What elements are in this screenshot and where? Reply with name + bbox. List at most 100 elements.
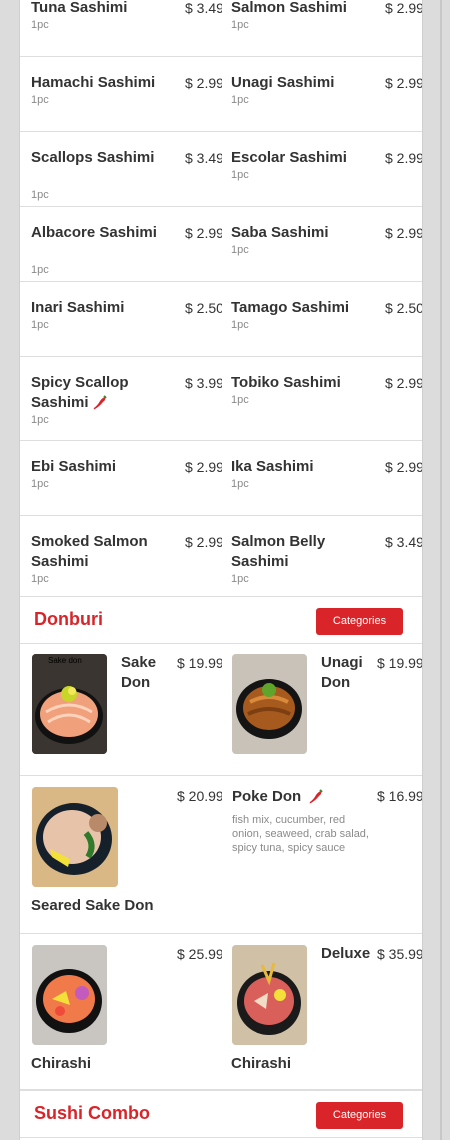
item-price: $ 2.50: [385, 300, 422, 316]
item-quantity: 1pc: [31, 19, 49, 31]
menu-row: Tuna Sashimi $ 3.49 1pc Salmon Sashimi $ 2.9…: [20, 0, 422, 57]
item-name: Poke Don: [232, 787, 372, 807]
item-name-text: Unagi Sashimi: [231, 74, 335, 91]
page-scrollbar[interactable]: [440, 0, 442, 1140]
item-quantity: 1pc: [31, 264, 49, 276]
item-quantity: 1pc: [31, 478, 49, 490]
menu-panel: Tuna Sashimi $ 3.49 1pc Salmon Sashimi $ 2.9…: [19, 0, 423, 1140]
item-quantity: 1pc: [31, 319, 49, 331]
item-name-text: Tobiko Sashimi: [231, 374, 341, 391]
item-name: Tobiko Sashimi: [231, 373, 371, 393]
item-name: Saba Sashimi: [231, 223, 371, 243]
menu-item[interactable]: Inari Sashimi $ 2.50 1pc: [20, 281, 222, 356]
item-name: Seared Sake Don: [31, 897, 154, 914]
item-price: $ 16.99: [377, 788, 422, 804]
seared-sake-don-photo[interactable]: [32, 787, 118, 887]
item-name: Ebi Sashimi: [31, 457, 171, 477]
item-name: Inari Sashimi: [31, 298, 171, 318]
menu-row: Spicy Scallop Sashimi $ 3.99 1pc Tobiko Sas…: [20, 356, 422, 441]
item-name-text: Ika Sashimi: [231, 458, 314, 475]
item-name: Salmon Belly Sashimi: [231, 532, 371, 572]
item-name: Hamachi Sashimi: [31, 73, 171, 93]
item-price: $ 3.49: [185, 0, 222, 16]
chili-pepper-icon: [93, 395, 107, 410]
item-name: Smoked Salmon Sashimi: [31, 532, 171, 572]
item-price: $ 2.99: [185, 225, 222, 241]
section-header-sushi-combo: Sushi Combo Categories: [20, 1090, 422, 1138]
menu-row: Inari Sashimi $ 2.50 1pc Tamago Sashimi $ 2.…: [20, 281, 422, 357]
item-name: Scallops Sashimi: [31, 148, 171, 168]
item-name-text: Poke Don: [232, 788, 302, 805]
item-name: Spicy Scallop Sashimi: [31, 373, 171, 413]
item-name-end: Chirashi: [231, 1055, 292, 1072]
item-name-text: Saba Sashimi: [231, 224, 329, 241]
menu-row: $ 20.99 Seared Sake Don Poke Don $ 16.99…: [20, 776, 422, 934]
item-price: $ 19.99: [177, 655, 222, 671]
menu-item[interactable]: Spicy Scallop Sashimi $ 3.99 1pc: [20, 356, 222, 440]
item-price: $ 19.99: [377, 655, 422, 671]
item-quantity: 1pc: [231, 478, 249, 490]
item-name-text: Smoked Salmon Sashimi: [31, 533, 148, 570]
item-price: $ 2.99: [385, 0, 422, 16]
item-quantity: 1pc: [231, 573, 249, 585]
item-quantity: 1pc: [231, 244, 249, 256]
item-quantity: 1pc: [31, 189, 49, 201]
menu-row: Albacore Sashimi $ 2.99 1pc Saba Sashimi $ 2…: [20, 206, 422, 282]
menu-item[interactable]: Salmon Belly Sashimi $ 3.49 1pc: [220, 515, 422, 596]
categories-button[interactable]: Categories: [316, 1102, 403, 1129]
item-name-start: Deluxe: [321, 945, 371, 962]
item-name-text: Salmon Belly Sashimi: [231, 533, 326, 570]
item-name: Sake Don: [121, 654, 157, 691]
item-name-text: Inari Sashimi: [31, 299, 125, 316]
item-name-text: Spicy Scallop Sashimi: [31, 374, 129, 411]
chili-pepper-icon: [310, 789, 324, 804]
unagi-don-photo[interactable]: [232, 654, 307, 754]
item-price: $ 2.99: [185, 459, 222, 475]
menu-row: Scallops Sashimi $ 3.49 1pc Escolar Sashimi…: [20, 131, 422, 207]
item-price: $ 25.99: [177, 946, 222, 962]
item-name: Tamago Sashimi: [231, 298, 371, 318]
menu-row: Smoked Salmon Sashimi $ 2.99 1pc Salmon Bel…: [20, 515, 422, 597]
item-name-text: Tamago Sashimi: [231, 299, 350, 316]
item-name-text: Ebi Sashimi: [31, 458, 117, 475]
menu-item[interactable]: Escolar Sashimi $ 2.99 1pc: [220, 131, 422, 206]
menu-item[interactable]: Scallops Sashimi $ 3.49 1pc: [20, 131, 222, 206]
item-description: fish mix, cucumber, red onion, seaweed, …: [232, 814, 369, 854]
menu-item[interactable]: Salmon Sashimi $ 2.99 1pc: [220, 0, 422, 56]
item-price: $ 2.99: [185, 75, 222, 91]
menu-item[interactable]: Tobiko Sashimi $ 2.99 1pc: [220, 356, 422, 440]
item-quantity: 1pc: [231, 394, 249, 406]
menu-item[interactable]: Ika Sashimi $ 2.99 1pc: [220, 440, 422, 515]
menu-item[interactable]: Saba Sashimi $ 2.99 1pc: [220, 206, 422, 281]
item-name: Unagi Don: [321, 654, 363, 691]
menu-item[interactable]: Smoked Salmon Sashimi $ 2.99 1pc: [20, 515, 222, 596]
menu-item[interactable]: Tamago Sashimi $ 2.50 1pc: [220, 281, 422, 356]
item-price: $ 2.99: [385, 375, 422, 391]
menu-item[interactable]: Albacore Sashimi $ 2.99 1pc: [20, 206, 222, 281]
item-price: $ 2.99: [385, 225, 422, 241]
item-name: Ika Sashimi: [231, 457, 371, 477]
sake-don-photo[interactable]: Sake don: [32, 654, 107, 754]
item-price: $ 20.99: [177, 788, 222, 804]
chirashi-photo[interactable]: [32, 945, 107, 1045]
item-price: $ 2.50: [185, 300, 222, 316]
item-name-text: Albacore Sashimi: [31, 224, 157, 241]
item-name-text: Scallops Sashimi: [31, 149, 155, 166]
item-quantity: 1pc: [31, 94, 49, 106]
photo-label: Sake don: [48, 656, 82, 665]
categories-button[interactable]: Categories: [316, 608, 403, 635]
item-name: Unagi Sashimi: [231, 73, 371, 93]
menu-item[interactable]: Hamachi Sashimi $ 2.99 1pc: [20, 56, 222, 131]
item-price: $ 35.99: [377, 946, 422, 962]
menu-item[interactable]: Unagi Sashimi $ 2.99 1pc: [220, 56, 422, 131]
menu-item[interactable]: Tuna Sashimi $ 3.49 1pc: [20, 0, 222, 56]
item-price: $ 3.99: [185, 375, 222, 391]
deluxe-chirashi-photo[interactable]: [232, 945, 307, 1045]
menu-item[interactable]: Ebi Sashimi $ 2.99 1pc: [20, 440, 222, 515]
item-name: Salmon Sashimi: [231, 0, 371, 18]
menu-row: Ebi Sashimi $ 2.99 1pc Ika Sashimi $ 2.99 1pc: [20, 440, 422, 516]
section-header-donburi: Donburi Categories: [20, 596, 422, 644]
menu-row: Sake don Sake Don $ 19.99 Unagi Don $ 19…: [20, 643, 422, 776]
item-price: $ 2.99: [385, 150, 422, 166]
item-name-text: Salmon Sashimi: [231, 0, 347, 16]
